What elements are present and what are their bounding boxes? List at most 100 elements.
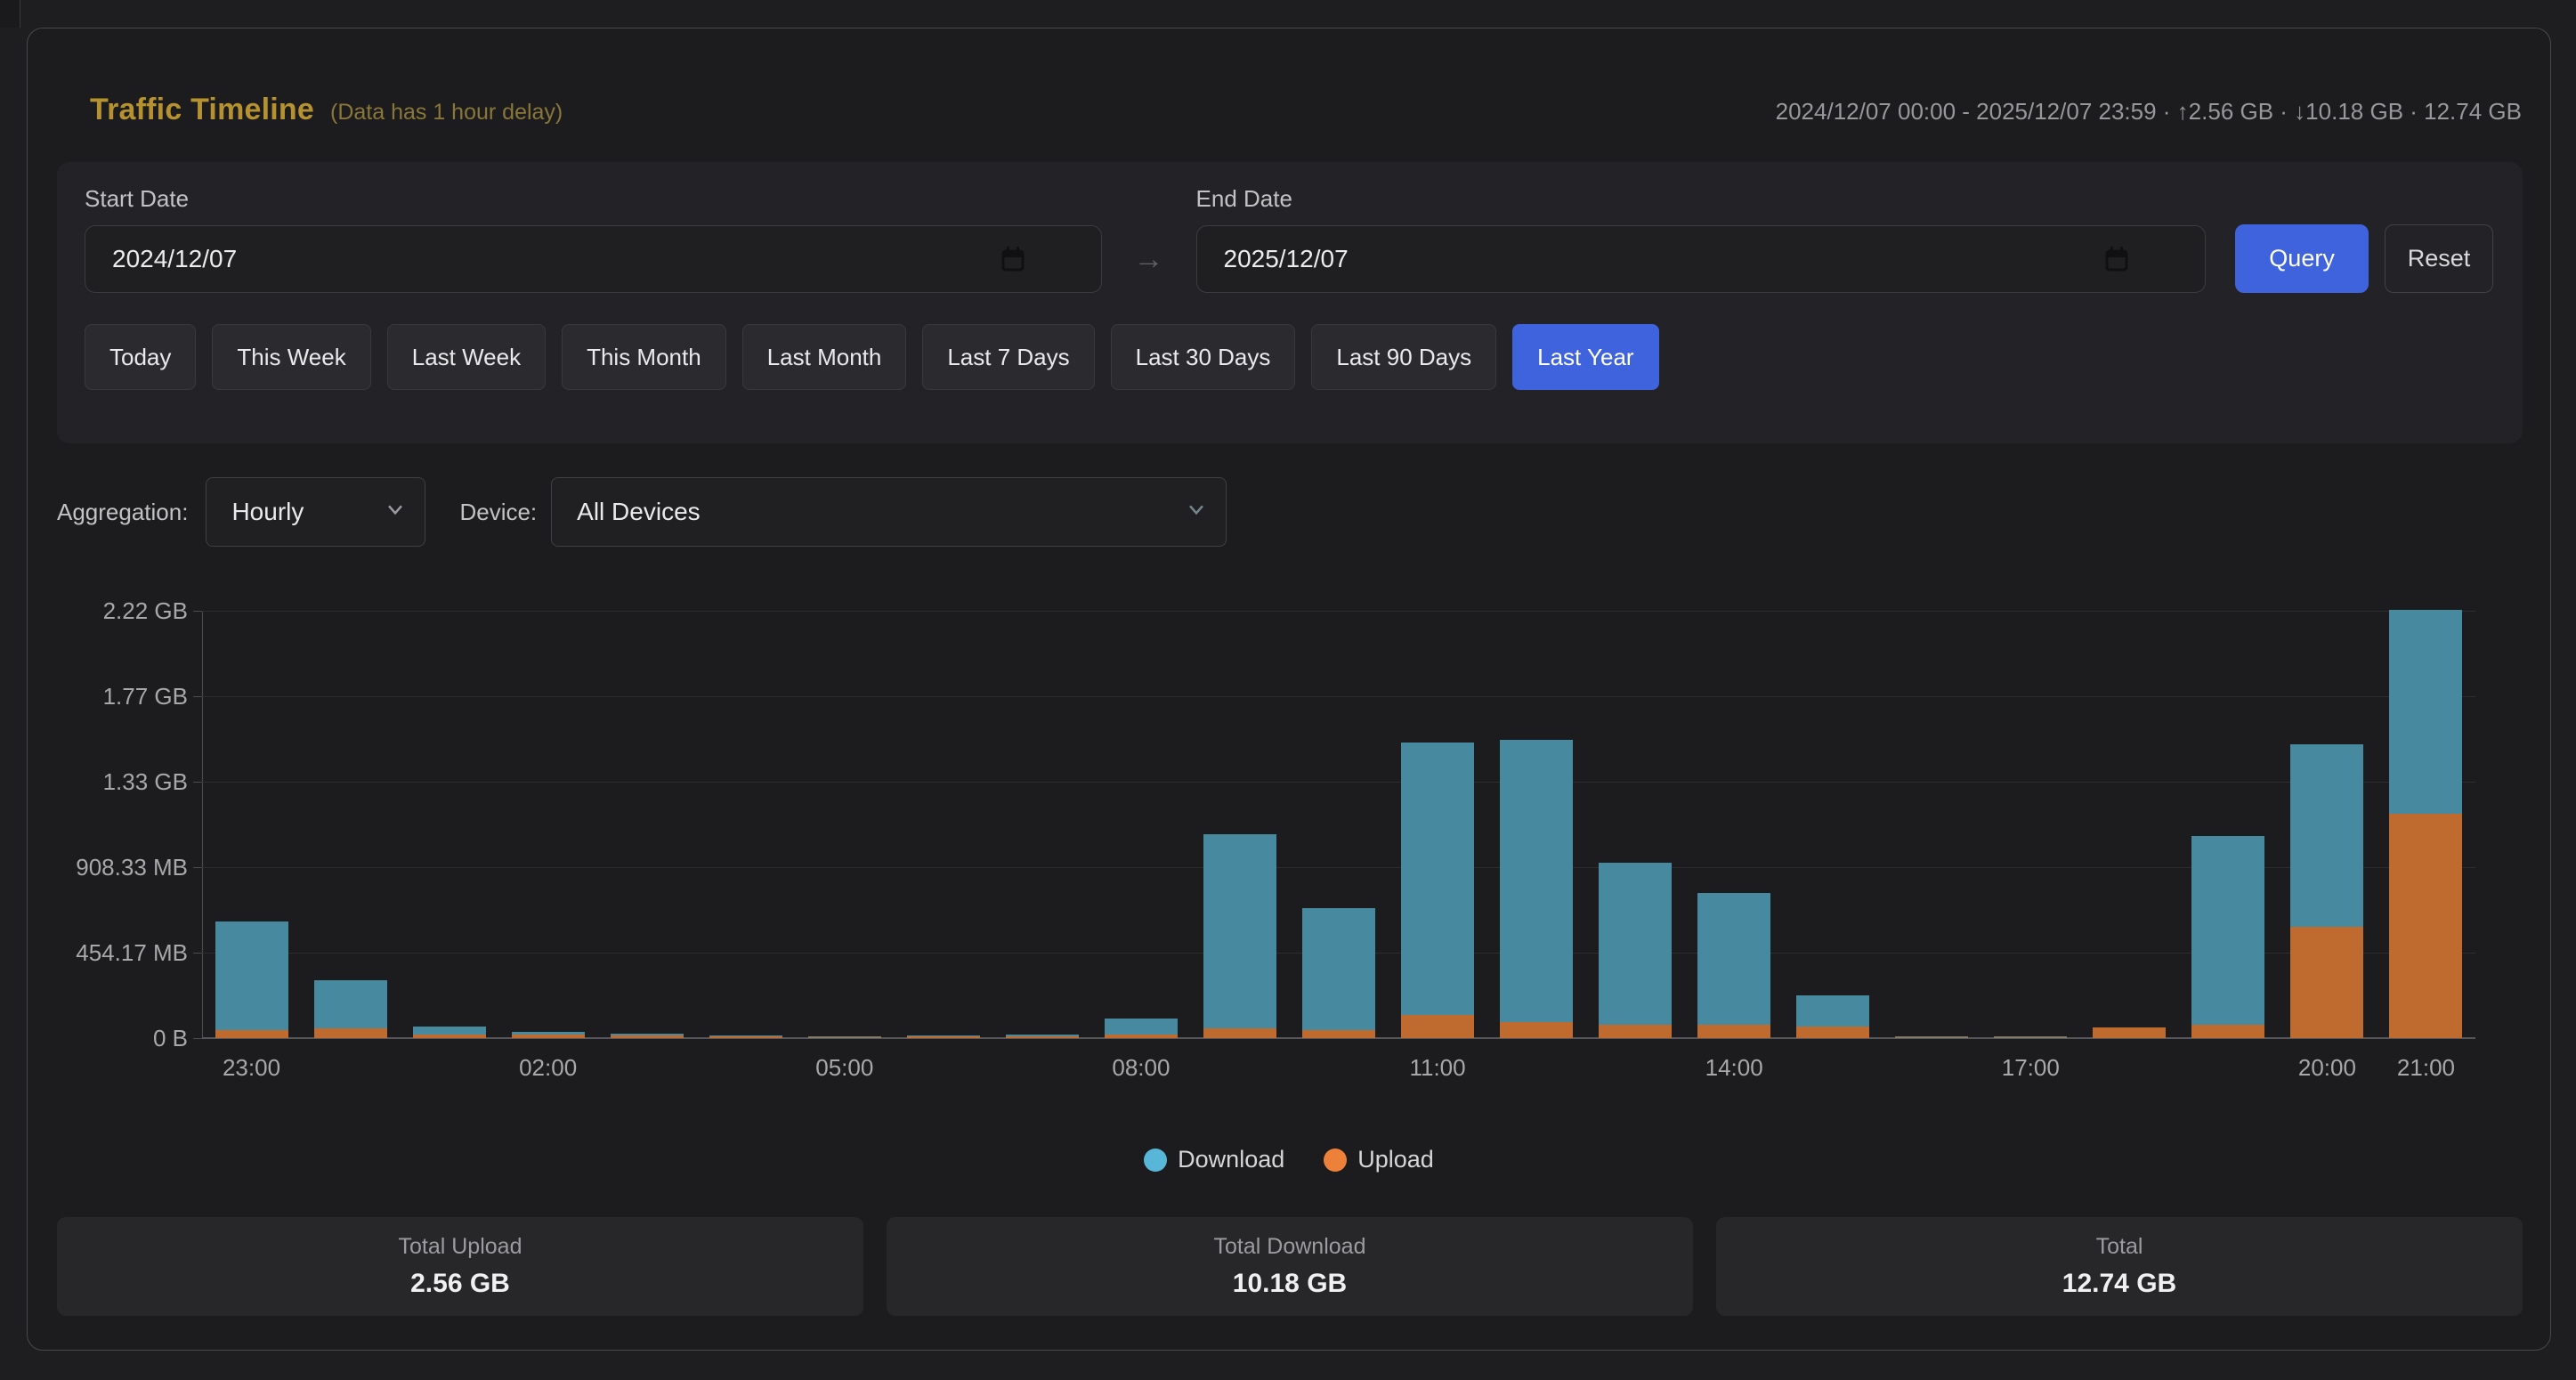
bar-download-15:00[interactable]	[1796, 995, 1869, 1027]
bar-download-10:00[interactable]	[1302, 908, 1375, 1030]
legend-label: Upload	[1357, 1146, 1434, 1173]
bar-download-12:00[interactable]	[1500, 740, 1573, 1022]
bar-download-01:00[interactable]	[413, 1027, 486, 1035]
y-tick	[193, 611, 202, 612]
bar-download-03:00[interactable]	[611, 1034, 684, 1035]
device-label: Device:	[459, 499, 537, 526]
bar-download-08:00[interactable]	[1105, 1019, 1178, 1035]
bar-upload-02:00[interactable]	[512, 1035, 585, 1038]
y-tick	[193, 782, 202, 783]
calendar-icon[interactable]	[1001, 246, 1025, 272]
summary-card-label: Total Download	[1214, 1234, 1366, 1260]
bar-download-07:00[interactable]	[1006, 1035, 1079, 1036]
summary-card-value: 2.56 GB	[410, 1269, 510, 1299]
start-date-value: 2024/12/07	[112, 245, 237, 273]
y-axis-line	[202, 611, 203, 1038]
end-date-input[interactable]: 2025/12/07	[1196, 225, 2207, 293]
bar-upload-11:00[interactable]	[1401, 1015, 1474, 1038]
quick-range-last-year[interactable]: Last Year	[1512, 324, 1658, 390]
quick-range-this-week[interactable]: This Week	[212, 324, 370, 390]
summary-cards-row: Total Upload 2.56 GB Total Download 10.18 G…	[57, 1217, 2523, 1316]
reset-button[interactable]: Reset	[2385, 224, 2493, 293]
bar-download-23:00[interactable]	[215, 921, 288, 1030]
y-tick	[193, 953, 202, 954]
bar-upload-19:00[interactable]	[2191, 1025, 2264, 1038]
summary-card-total-upload: Total Upload 2.56 GB	[57, 1217, 863, 1316]
bar-upload-14:00[interactable]	[1697, 1025, 1770, 1038]
x-axis-label-21:00: 21:00	[2397, 1054, 2455, 1082]
bar-upload-08:00[interactable]	[1105, 1035, 1178, 1038]
bar-download-00:00[interactable]	[314, 980, 387, 1028]
bar-upload-06:00[interactable]	[907, 1036, 980, 1038]
quick-range-today[interactable]: Today	[85, 324, 196, 390]
gridline	[202, 867, 2475, 868]
bar-download-11:00[interactable]	[1401, 743, 1474, 1015]
bar-upload-05:00[interactable]	[808, 1036, 881, 1038]
chevron-down-icon	[385, 499, 405, 519]
bar-download-06:00[interactable]	[907, 1035, 980, 1036]
bar-upload-04:00[interactable]	[709, 1036, 782, 1038]
bar-download-21:00[interactable]	[2389, 610, 2462, 814]
bar-upload-10:00[interactable]	[1302, 1030, 1375, 1038]
date-range-arrow-box: →	[1102, 225, 1196, 293]
summary-card-label: Total	[2096, 1234, 2143, 1260]
bar-download-04:00[interactable]	[709, 1035, 782, 1036]
chart-plot-area[interactable]	[202, 611, 2475, 1038]
quick-range-last-7-days[interactable]: Last 7 Days	[922, 324, 1094, 390]
y-axis-label: 1.33 GB	[45, 768, 188, 796]
x-axis-label-23:00: 23:00	[223, 1054, 280, 1082]
quick-range-row: TodayThis Week Last WeekThis MonthLast Mo…	[85, 324, 2493, 390]
quick-range-last-month[interactable]: Last Month	[742, 324, 907, 390]
bar-upload-01:00[interactable]	[413, 1035, 486, 1038]
quick-range-last-30-days[interactable]: Last 30 Days	[1111, 324, 1296, 390]
bar-upload-16:00[interactable]	[1895, 1036, 1968, 1038]
y-tick	[193, 1038, 202, 1039]
arrow-right-icon: →	[1134, 242, 1164, 277]
query-button[interactable]: Query	[2235, 224, 2369, 293]
quick-range-this-month[interactable]: This Month	[562, 324, 726, 390]
bar-upload-09:00[interactable]	[1203, 1028, 1276, 1038]
bar-download-19:00[interactable]	[2191, 836, 2264, 1025]
y-axis-label: 2.22 GB	[45, 597, 188, 625]
aggregation-row: Aggregation: Hourly Device: All Devices	[57, 477, 1227, 547]
bar-upload-07:00[interactable]	[1006, 1036, 1079, 1038]
device-select[interactable]: All Devices	[551, 477, 1227, 547]
range-summary: 2024/12/07 00:00 - 2025/12/07 23:59 · ↑2…	[1776, 98, 2522, 126]
aggregation-select[interactable]: Hourly	[206, 477, 425, 547]
calendar-icon[interactable]	[2105, 246, 2128, 272]
bar-download-09:00[interactable]	[1203, 834, 1276, 1028]
summary-card-total: Total12.74 GB	[1716, 1217, 2523, 1316]
y-axis-label: 1.77 GB	[45, 683, 188, 710]
summary-card-value: 10.18 GB	[1233, 1269, 1347, 1299]
bar-download-02:00[interactable]	[512, 1032, 585, 1035]
y-axis-label: 454.17 MB	[45, 939, 188, 967]
bar-download-20:00[interactable]	[2290, 744, 2363, 927]
bar-upload-18:00[interactable]	[2093, 1027, 2166, 1038]
bar-download-14:00[interactable]	[1697, 893, 1770, 1025]
bar-download-13:00[interactable]	[1599, 863, 1672, 1026]
summary-card-total-download: Total Download 10.18 GB	[887, 1217, 1693, 1316]
x-axis-label-02:00: 02:00	[519, 1054, 577, 1082]
date-range-row: Start Date 2024/12/07	[85, 185, 2493, 293]
gridline	[202, 696, 2475, 697]
bar-upload-03:00[interactable]	[611, 1035, 684, 1038]
bar-upload-17:00[interactable]	[1994, 1036, 2067, 1038]
end-date-label: End Date	[1196, 185, 2207, 213]
legend-item-download[interactable]: Download	[1144, 1146, 1284, 1173]
start-date-input[interactable]: 2024/12/07	[85, 225, 1102, 293]
quick-range-last-week[interactable]: Last Week	[387, 324, 546, 390]
legend-item-upload[interactable]: Upload	[1324, 1146, 1434, 1173]
bar-upload-23:00[interactable]	[215, 1030, 288, 1038]
bar-upload-21:00[interactable]	[2389, 814, 2462, 1038]
gridline	[202, 782, 2475, 783]
bar-upload-15:00[interactable]	[1796, 1027, 1869, 1038]
gridline	[202, 611, 2475, 612]
card-header: Traffic Timeline (Data has 1 hour delay)…	[90, 93, 2522, 127]
bar-upload-13:00[interactable]	[1599, 1025, 1672, 1038]
summary-card-label: Total Upload	[399, 1234, 522, 1260]
bar-upload-00:00[interactable]	[314, 1028, 387, 1038]
bar-upload-20:00[interactable]	[2290, 927, 2363, 1038]
bar-upload-12:00[interactable]	[1500, 1022, 1573, 1038]
quick-range-last-90-days[interactable]: Last 90 Days	[1311, 324, 1496, 390]
upload-legend-dot-icon	[1324, 1149, 1347, 1172]
